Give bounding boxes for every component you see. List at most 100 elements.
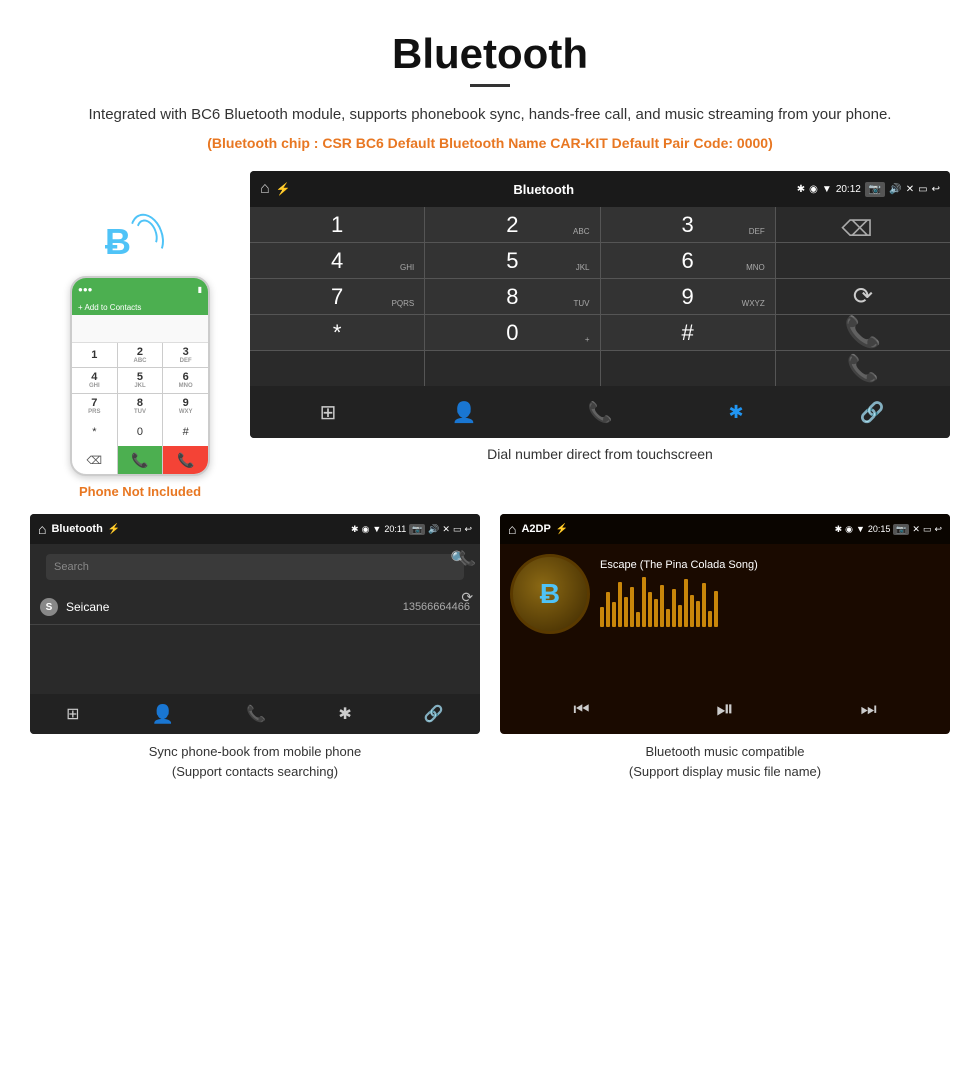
minimize-icon[interactable]: ▭ <box>918 184 927 195</box>
phone-key-1[interactable]: 1 <box>72 343 117 367</box>
phone-key-star[interactable]: * <box>72 418 117 446</box>
pb-contact-row[interactable]: S Seicane 13566664466 <box>30 590 480 625</box>
music-visualization <box>600 577 940 627</box>
bluetooth-logo-icon: Ƀ <box>105 221 131 263</box>
music-cam-icon: 📷 <box>893 524 909 535</box>
music-screen: ⌂ A2DP ⚡ ✱ ◉ ▼ 20:15 📷 ✕ ▭ ↩ <box>500 514 950 734</box>
pb-search-input[interactable]: Search <box>46 554 464 580</box>
pb-vol-icon: 🔊 <box>428 524 439 535</box>
volume-icon[interactable]: 🔊 <box>889 184 901 195</box>
phone-key-5[interactable]: 5JKL <box>118 368 163 392</box>
pb-bluetooth-icon[interactable]: ✱ <box>338 704 351 724</box>
dial-key-0[interactable]: 0+ <box>425 315 599 350</box>
dial-screen: ⌂ ⚡ Bluetooth ✱ ◉ ▼ 20:12 📷 🔊 ✕ ▭ ↩ <box>250 171 950 438</box>
location-icon: ◉ <box>809 184 818 195</box>
viz-bar-9 <box>648 592 652 627</box>
music-info: Escape (The Pina Colada Song) <box>590 554 940 627</box>
phone-key-hash[interactable]: # <box>163 418 208 446</box>
dial-key-5[interactable]: 5JKL <box>425 243 599 278</box>
viz-bar-15 <box>684 579 688 627</box>
music-prev-icon[interactable]: ⏮ <box>573 699 589 720</box>
phone-key-9[interactable]: 9WXY <box>163 394 208 418</box>
pb-loc-icon: ◉ <box>362 524 370 535</box>
phone-call-btn[interactable]: 📞 <box>118 446 163 474</box>
phonebook-item: ⌂ Bluetooth ⚡ ✱ ◉ ▼ 20:11 📷 🔊 ✕ <box>30 514 480 781</box>
viz-bar-1 <box>600 607 604 627</box>
pb-app-name: Bluetooth <box>51 523 102 535</box>
dial-app-name: Bluetooth <box>513 182 574 197</box>
viz-bar-14 <box>678 605 682 627</box>
home-icon[interactable]: ⌂ <box>260 180 270 198</box>
phone-key-0[interactable]: 0 <box>118 418 163 446</box>
phone-key-6[interactable]: 6MNO <box>163 368 208 392</box>
dial-key-6[interactable]: 6MNO <box>601 243 775 278</box>
close-icon[interactable]: ✕ <box>906 184 914 195</box>
music-back-icon[interactable]: ↩ <box>934 524 942 535</box>
pb-contact-letter: S <box>40 598 58 616</box>
viz-bar-4 <box>618 582 622 627</box>
camera-icon[interactable]: 📷 <box>865 182 885 197</box>
dial-key-8[interactable]: 8TUV <box>425 279 599 314</box>
pb-contact-name: Seicane <box>66 600 403 614</box>
phone-side: Ƀ ●●● ▮ + Add to Contacts 1 2ABC 3DEF 4G <box>30 171 250 499</box>
phone-key-3[interactable]: 3DEF <box>163 343 208 367</box>
pb-close-icon[interactable]: ✕ <box>442 524 450 535</box>
viz-bar-6 <box>630 587 634 627</box>
pb-call-icon[interactable]: 📞 <box>459 550 476 567</box>
dial-key-star[interactable]: * <box>250 315 424 350</box>
phone-end-btn[interactable]: 📞 <box>163 446 208 474</box>
pb-link-icon[interactable]: 🔗 <box>424 704 444 724</box>
dial-person-icon[interactable]: 👤 <box>444 392 484 432</box>
dial-caption: Dial number direct from touchscreen <box>487 446 713 462</box>
phone-key-7[interactable]: 7PRS <box>72 394 117 418</box>
music-next-icon[interactable]: ⏭ <box>860 699 876 720</box>
phone-display <box>72 315 208 343</box>
dial-grid-icon[interactable]: ⊞ <box>308 392 348 432</box>
phone-key-8[interactable]: 8TUV <box>118 394 163 418</box>
pb-sync-icon[interactable]: ⟳ <box>461 589 473 606</box>
pb-home-icon[interactable]: ⌂ <box>38 521 46 537</box>
dial-key-3[interactable]: 3DEF <box>601 207 775 242</box>
dial-link-icon[interactable]: 🔗 <box>852 392 892 432</box>
dial-key-7[interactable]: 7PQRS <box>250 279 424 314</box>
back-icon[interactable]: ↩ <box>932 184 940 195</box>
pb-status-bar: ⌂ Bluetooth ⚡ ✱ ◉ ▼ 20:11 📷 🔊 ✕ <box>30 514 480 544</box>
pb-usb-icon: ⚡ <box>108 524 120 535</box>
pb-bt-icon: ✱ <box>351 524 359 535</box>
music-min-icon[interactable]: ▭ <box>923 524 932 535</box>
viz-bar-7 <box>636 612 640 627</box>
dial-row5-3 <box>601 351 775 386</box>
dial-key-4[interactable]: 4GHI <box>250 243 424 278</box>
music-usb-icon: ⚡ <box>556 524 568 535</box>
pb-phone-icon[interactable]: 📞 <box>246 704 266 724</box>
pb-wifi-icon: ▼ <box>372 524 381 534</box>
phone-carrier: ●●● <box>78 285 93 294</box>
dial-status-bar: ⌂ ⚡ Bluetooth ✱ ◉ ▼ 20:12 📷 🔊 ✕ ▭ ↩ <box>250 171 950 207</box>
dial-phone-icon[interactable]: 📞 <box>580 392 620 432</box>
viz-bar-2 <box>606 592 610 627</box>
dial-status-left: ⌂ ⚡ <box>260 180 291 198</box>
phone-cancel-btn[interactable]: ⌫ <box>72 446 117 474</box>
music-play-icon[interactable]: ⏯ <box>716 696 734 722</box>
phone-call-row: ⌫ 📞 📞 <box>72 446 208 474</box>
phone-key-4[interactable]: 4GHI <box>72 368 117 392</box>
phonebook-screen: ⌂ Bluetooth ⚡ ✱ ◉ ▼ 20:11 📷 🔊 ✕ <box>30 514 480 734</box>
phone-key-2[interactable]: 2ABC <box>118 343 163 367</box>
music-home-icon[interactable]: ⌂ <box>508 521 516 537</box>
dial-call-green[interactable]: 📞 <box>776 315 950 350</box>
pb-back-icon[interactable]: ↩ <box>464 524 472 535</box>
pb-min-icon[interactable]: ▭ <box>453 524 462 535</box>
bottom-section: ⌂ Bluetooth ⚡ ✱ ◉ ▼ 20:11 📷 🔊 ✕ <box>30 514 950 781</box>
music-close-icon[interactable]: ✕ <box>912 524 920 535</box>
pb-person-icon[interactable]: 👤 <box>152 704 174 725</box>
dial-key-hash[interactable]: # <box>601 315 775 350</box>
music-bt-symbol: Ƀ <box>540 578 560 610</box>
dial-key-9[interactable]: 9WXYZ <box>601 279 775 314</box>
music-wifi-icon: ▼ <box>856 524 865 534</box>
dial-call-red[interactable]: 📞 <box>776 351 950 386</box>
pb-grid-icon[interactable]: ⊞ <box>66 704 79 724</box>
dial-sync-icon[interactable]: ⟳ <box>776 279 950 314</box>
dial-bluetooth-icon[interactable]: ✱ <box>716 392 756 432</box>
dial-key-1[interactable]: 1 <box>250 207 424 242</box>
dial-key-2[interactable]: 2ABC <box>425 207 599 242</box>
